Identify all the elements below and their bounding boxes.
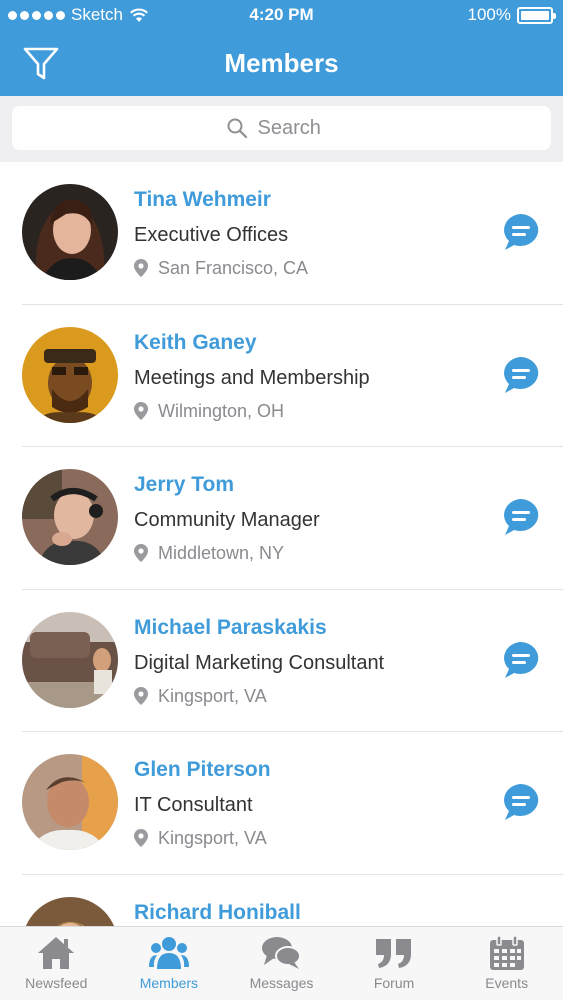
member-info: Glen Piterson IT Consultant Kingsport, V… (134, 756, 271, 854)
chat-bubble-icon[interactable] (501, 355, 541, 395)
page-title: Members (224, 48, 339, 78)
avatar (22, 184, 118, 280)
avatar (22, 896, 118, 926)
member-row[interactable]: Glen Piterson IT Consultant Kingsport, V… (0, 732, 563, 875)
chat-bubble-icon[interactable] (501, 782, 541, 822)
member-role: Digital Marketing Consultant (134, 651, 385, 674)
search-input[interactable] (257, 116, 338, 140)
nav-bar: Members (0, 32, 563, 96)
battery-percent: 100% (467, 5, 511, 24)
member-row[interactable]: Tina Wehmeir Executive Offices San Franc… (0, 162, 563, 305)
tab-label: Members (139, 975, 199, 991)
members-icon (148, 937, 189, 969)
tab-events[interactable]: Events (450, 927, 563, 1000)
chat-bubble-icon[interactable] (501, 497, 541, 537)
avatar (22, 326, 118, 423)
tab-label: Events (485, 975, 529, 991)
tab-members[interactable]: Members (113, 927, 226, 1000)
search-bar[interactable] (12, 106, 551, 150)
avatar (22, 611, 118, 708)
status-bar: Sketch 4:20 PM 100% (0, 0, 563, 32)
tab-forum[interactable]: Forum (338, 927, 451, 1000)
tab-label: Messages (249, 975, 314, 991)
member-info: Jerry Tom Community Manager Middletown, … (134, 471, 320, 569)
location-pin-icon (134, 259, 148, 277)
quote-icon (376, 939, 412, 968)
member-location-text: San Francisco, CA (158, 258, 309, 278)
member-info: Richard Honiball (134, 899, 301, 927)
messages-icon (262, 937, 302, 969)
member-name[interactable]: Tina Wehmeir (134, 186, 308, 218)
location-pin-icon (134, 401, 148, 420)
member-location: Wilmington, OH (134, 395, 370, 427)
avatar (22, 754, 118, 850)
tab-label: Forum (373, 975, 415, 991)
chat-bubble-icon[interactable] (501, 212, 541, 252)
tab-bar: Newsfeed Members Messages Forum Events (0, 926, 563, 1000)
member-info: Keith Ganey Meetings and Membership Wilm… (134, 329, 370, 427)
home-icon (38, 937, 75, 969)
member-info: Tina Wehmeir Executive Offices San Franc… (134, 186, 308, 284)
member-row[interactable]: Keith Ganey Meetings and Membership Wilm… (0, 305, 563, 447)
member-location-text: Wilmington, OH (158, 400, 285, 421)
member-name[interactable]: Keith Ganey (134, 329, 370, 361)
battery-area: 100% (467, 5, 556, 25)
member-location: San Francisco, CA (134, 252, 308, 284)
member-info: Michael Paraskakis Digital Marketing Con… (134, 614, 384, 712)
member-name[interactable]: Glen Piterson (134, 756, 271, 788)
avatar (22, 469, 118, 565)
location-pin-icon (134, 544, 148, 562)
member-role: Meetings and Membership (134, 366, 370, 389)
member-location-text: Middletown, NY (158, 543, 285, 563)
calendar-icon (489, 935, 524, 970)
member-location: Kingsport, VA (134, 680, 384, 712)
member-role: Community Manager (134, 509, 320, 531)
member-role: Executive Offices (134, 224, 289, 246)
tab-messages[interactable]: Messages (225, 927, 338, 1000)
search-icon (227, 118, 247, 139)
member-name[interactable]: Jerry Tom (134, 471, 320, 503)
search-area (0, 96, 563, 162)
location-pin-icon (134, 686, 148, 705)
member-list: Tina Wehmeir Executive Offices San Franc… (0, 162, 563, 926)
app-header: Sketch 4:20 PM 100% Members (0, 0, 563, 96)
tab-newsfeed[interactable]: Newsfeed (0, 927, 113, 1000)
member-row[interactable]: Michael Paraskakis Digital Marketing Con… (0, 590, 563, 732)
member-role: IT Consultant (134, 794, 253, 816)
tab-label: Newsfeed (25, 975, 88, 991)
battery-icon (517, 6, 556, 24)
member-location: Middletown, NY (134, 537, 320, 569)
member-row[interactable]: Jerry Tom Community Manager Middletown, … (0, 447, 563, 590)
member-name[interactable]: Michael Paraskakis (134, 614, 384, 646)
member-location-text: Kingsport, VA (158, 828, 267, 848)
location-pin-icon (134, 829, 148, 847)
member-name[interactable]: Richard Honiball (134, 899, 301, 927)
member-location-text: Kingsport, VA (158, 685, 267, 706)
member-location: Kingsport, VA (134, 822, 271, 854)
chat-bubble-icon[interactable] (501, 640, 541, 680)
member-row[interactable]: Richard Honiball (0, 875, 563, 927)
